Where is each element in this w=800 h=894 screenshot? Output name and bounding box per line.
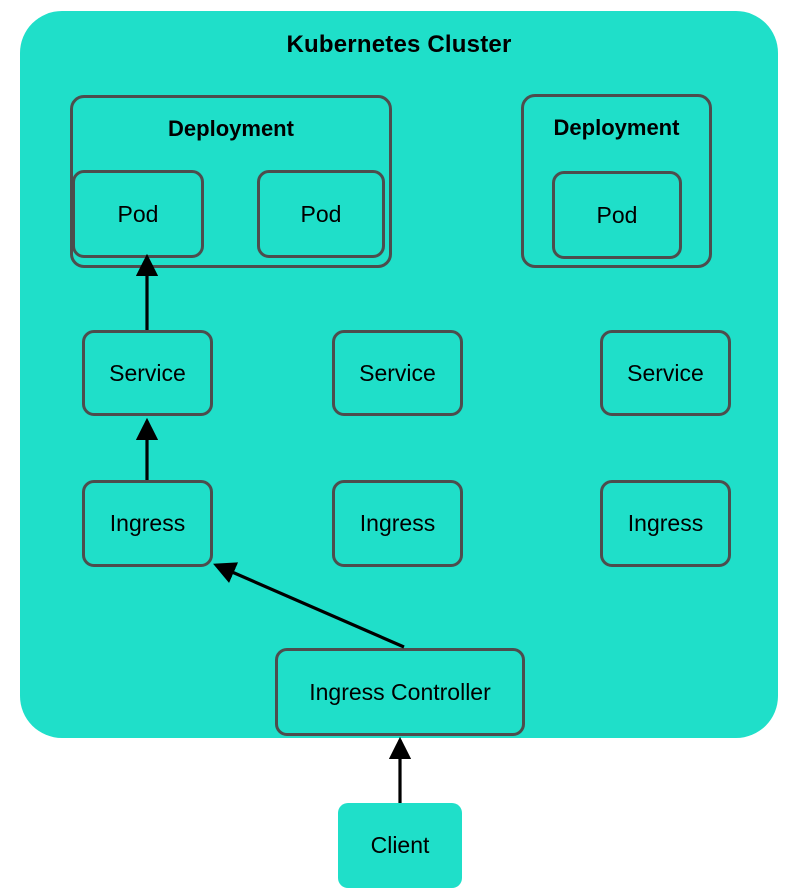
connector-arrows-layer — [135, 253, 412, 803]
diagram-canvas: Kubernetes Cluster Deployment Pod Pod De… — [0, 0, 800, 894]
edge-ingresscontroller-to-ingress1 — [213, 562, 405, 649]
